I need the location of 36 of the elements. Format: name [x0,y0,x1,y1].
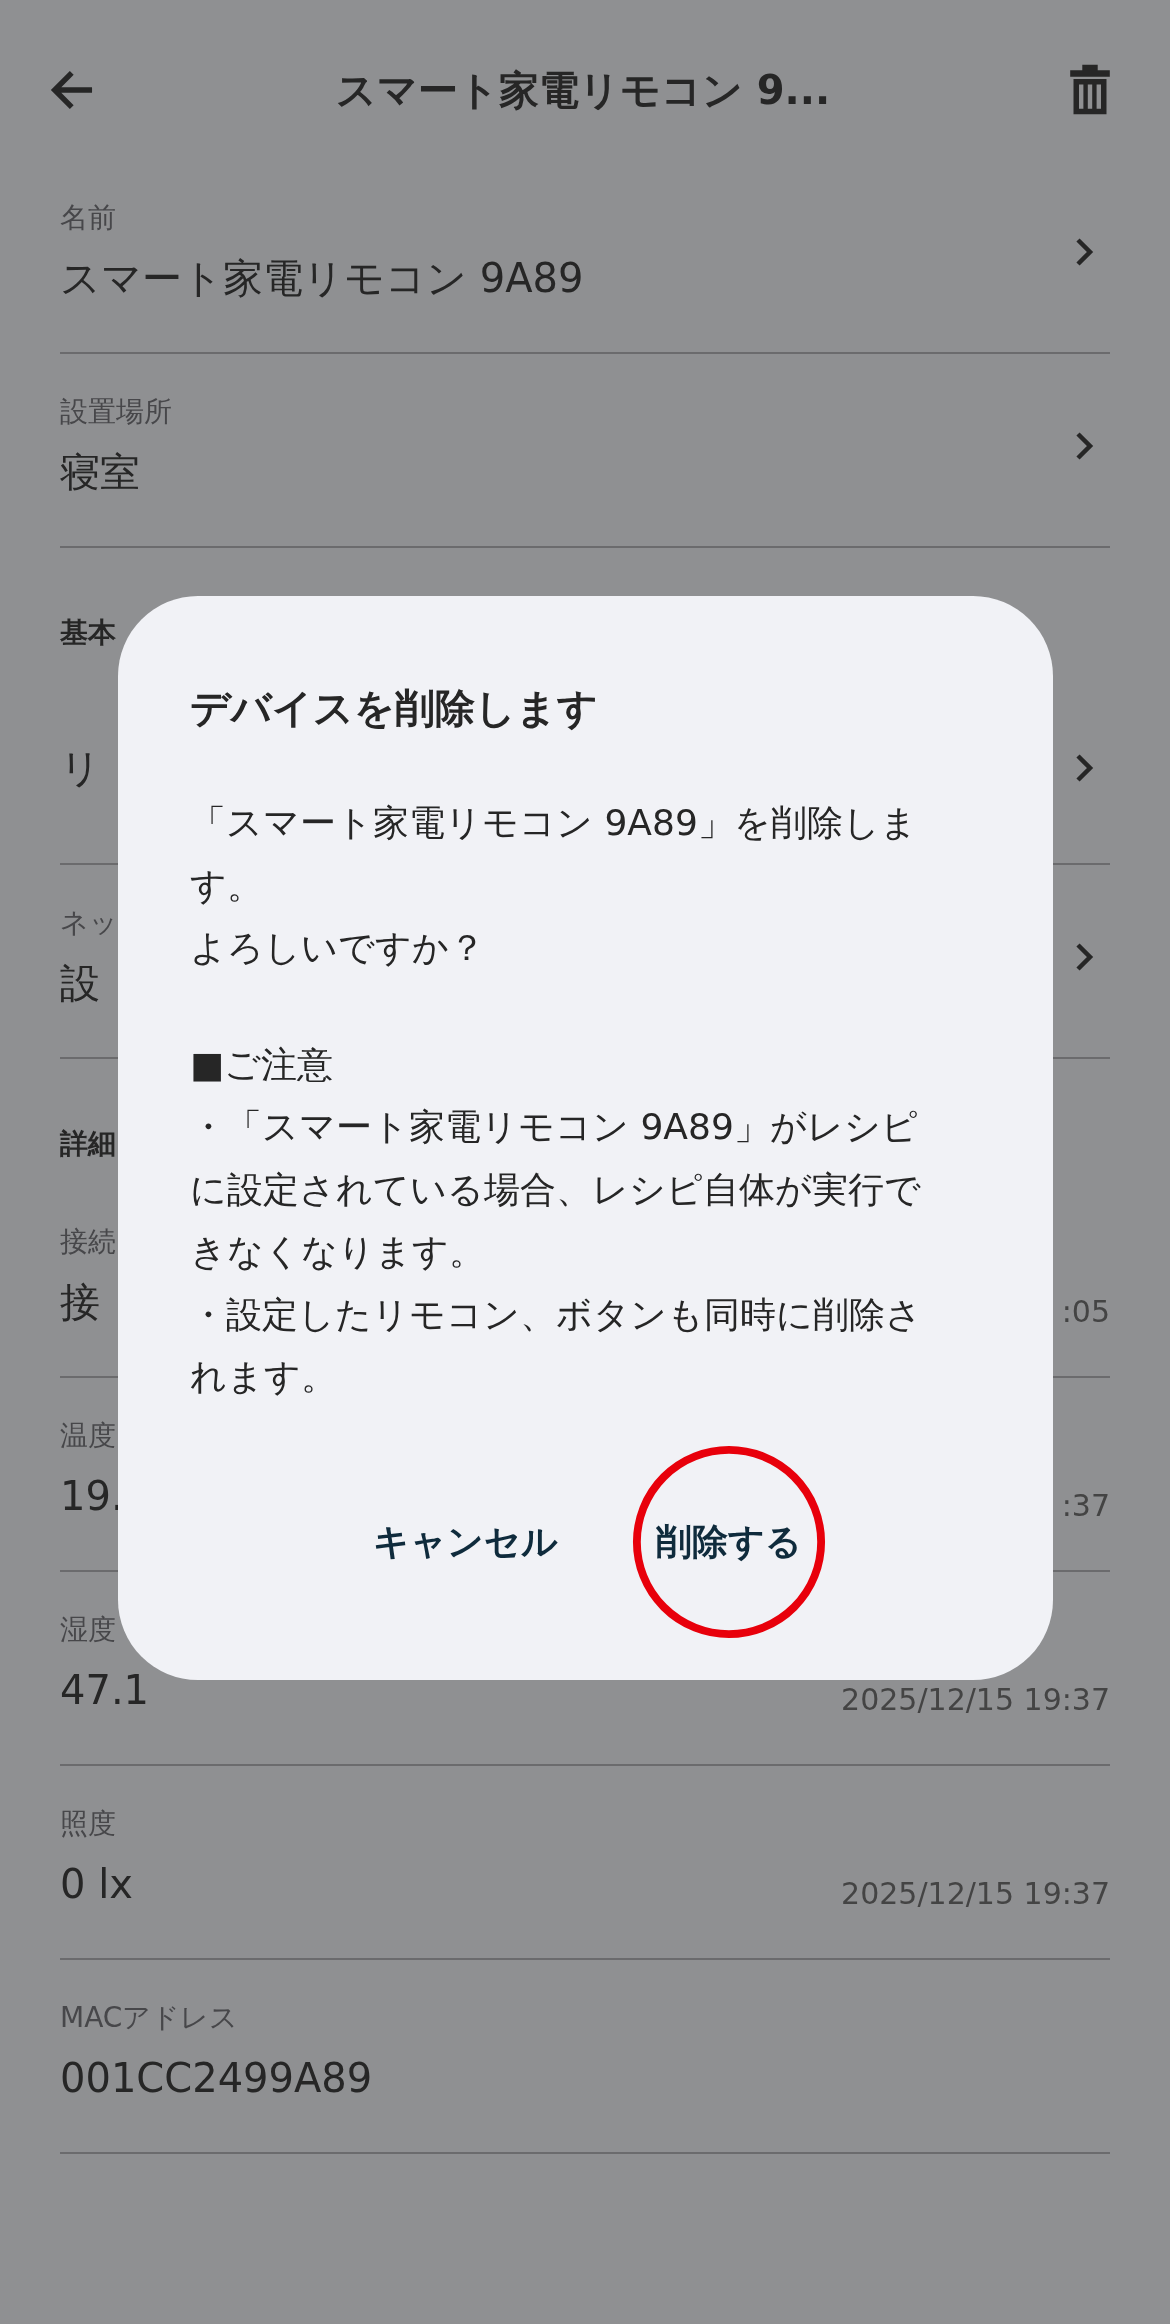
field-value: 寝室 [60,448,140,497]
field-value: 47.1 [60,1666,150,1715]
timestamp: 2025/12/15 19:37 [841,1876,1110,1911]
timestamp: 2025/12/15 19:37 [841,1682,1110,1717]
field-value: 0 lx [60,1860,133,1909]
field-value: 設 [60,959,100,1008]
notice-text: ・設定したリモコン、ボタンも同時に削除されます。 [190,1292,923,1399]
chevron-icon[interactable] [1074,942,1094,972]
field-label: 接続 [60,1225,116,1258]
field-label: 温度 [60,1419,116,1452]
section-heading: 詳細 [60,1127,116,1160]
field-label: 照度 [60,1807,116,1840]
dialog-message: 「スマート家電リモコン 9A89」を削除します。 [190,801,918,908]
dialog-title: デバイスを削除します [190,684,599,733]
field-value: 19. [60,1472,124,1521]
field-value: 001CC2499A89 [60,2054,373,2103]
dialog-message: よろしいですか？ [190,926,486,970]
field-value: リ [60,744,101,793]
field-label: 名前 [60,201,116,234]
timestamp: :05 [1061,1294,1110,1329]
chevron-icon[interactable] [1074,237,1094,267]
field-label: 設置場所 [60,395,172,428]
chevron-icon[interactable] [1074,753,1094,783]
timestamp: :37 [1061,1488,1110,1523]
notice-text: ・「スマート家電リモコン 9A89」がレシピに設定されている場合、レシピ自体が実行できなくなります。 [190,1105,922,1274]
section-heading: 基本 [60,616,116,649]
field-label: ネッ [60,906,118,939]
chevron-icon[interactable] [1074,431,1094,461]
dialog-button[interactable]: キャンセル [365,1492,566,1592]
field-label: MACアドレス [60,2001,239,2034]
trash-icon[interactable] [1068,63,1112,117]
screen-title: スマート家電リモコン 9... [334,65,832,115]
field-label: 湿度 [60,1613,116,1646]
field-value: 接 [60,1278,100,1327]
notice-heading: ■ご注意 [190,1042,334,1087]
field-value: スマート家電リモコン 9A89 [60,254,584,303]
